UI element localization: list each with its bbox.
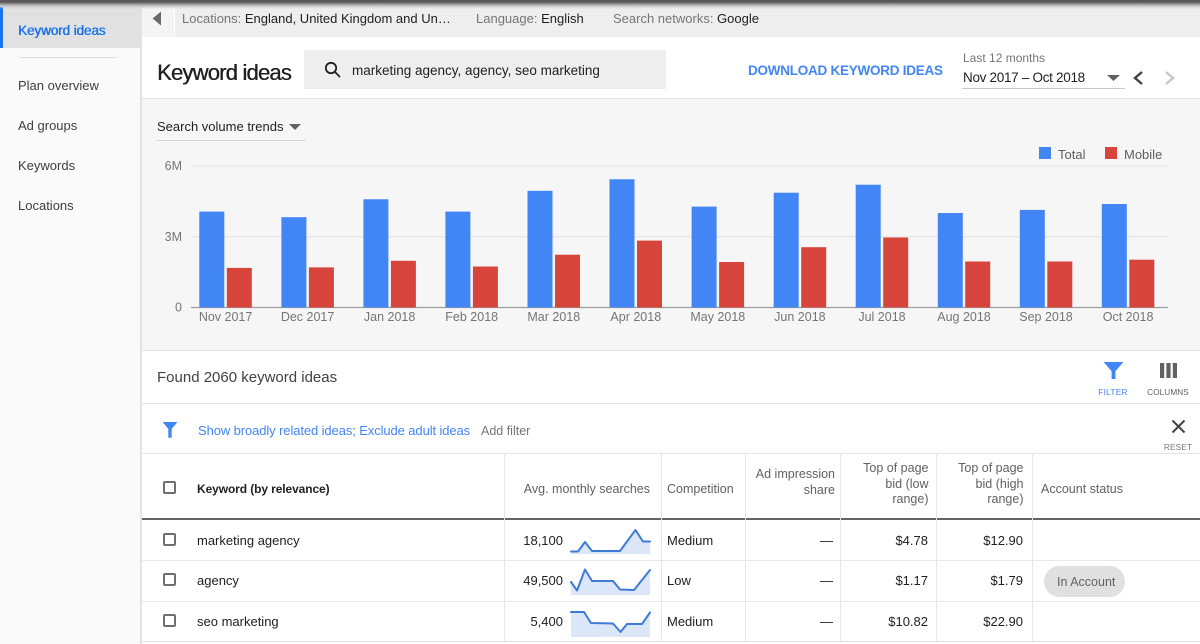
svg-text:Dec 2017: Dec 2017 bbox=[281, 310, 335, 324]
svg-text:3M: 3M bbox=[165, 230, 182, 244]
svg-text:Nov 2017: Nov 2017 bbox=[199, 310, 253, 324]
svg-text:Oct 2018: Oct 2018 bbox=[1103, 310, 1154, 324]
svg-text:Aug 2018: Aug 2018 bbox=[937, 310, 991, 324]
svg-text:Jun 2018: Jun 2018 bbox=[774, 310, 825, 324]
svg-text:0: 0 bbox=[175, 301, 182, 315]
svg-text:Jan 2018: Jan 2018 bbox=[364, 310, 415, 324]
svg-text:6M: 6M bbox=[165, 159, 182, 173]
svg-text:Apr 2018: Apr 2018 bbox=[610, 310, 661, 324]
svg-text:May 2018: May 2018 bbox=[690, 310, 745, 324]
svg-text:Feb 2018: Feb 2018 bbox=[445, 310, 498, 324]
svg-text:Sep 2018: Sep 2018 bbox=[1019, 310, 1073, 324]
svg-text:Jul 2018: Jul 2018 bbox=[858, 310, 905, 324]
svg-text:Mar 2018: Mar 2018 bbox=[527, 310, 580, 324]
